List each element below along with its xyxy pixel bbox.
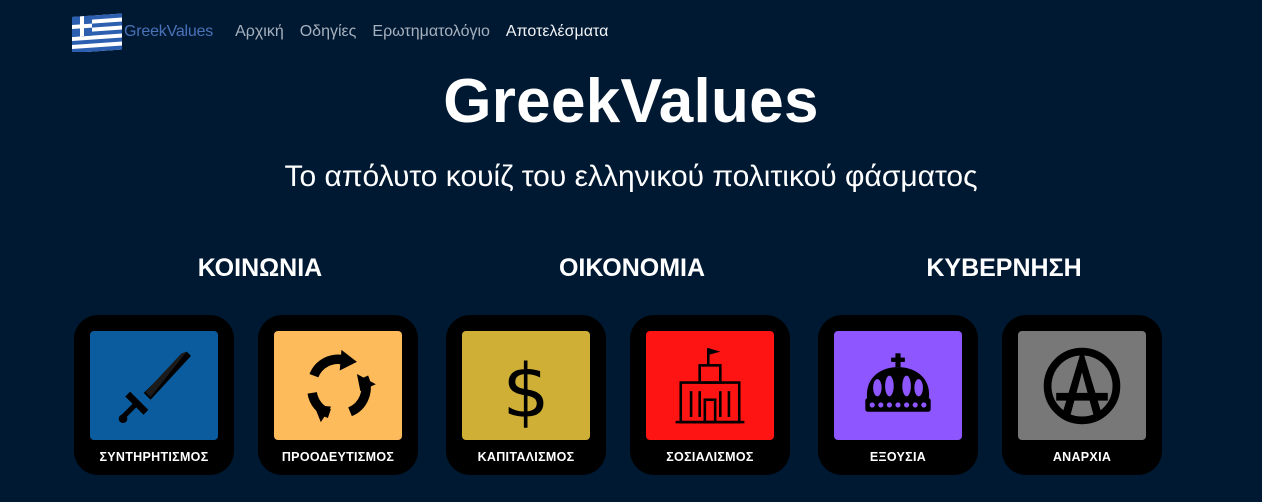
card-label: ΑΝΑΡΧΙΑ: [1052, 450, 1112, 464]
anarchy-icon: [1043, 347, 1121, 424]
nav-link-home[interactable]: Αρχική: [235, 23, 284, 41]
card-tile: [834, 331, 962, 440]
recycle-arrows-icon: [307, 349, 376, 422]
nav-link-quiz[interactable]: Ερωτηματολόγιο: [372, 23, 490, 41]
page-title: GreekValues: [443, 67, 819, 136]
card-anarchy[interactable]: ΑΝΑΡΧΙΑ: [1002, 315, 1162, 475]
building-flag-icon: [675, 347, 745, 423]
brand-link[interactable]: GreekValues: [72, 12, 213, 52]
card-tile: [274, 331, 402, 440]
card-label: ΕΞΟΥΣΙΑ: [869, 450, 927, 464]
navbar: GreekValues Αρχική Οδηγίες Ερωτηματολόγι…: [72, 10, 624, 54]
card-authority[interactable]: ΕΞΟΥΣΙΑ: [818, 315, 978, 475]
category-heading-economy: ΟΙΚΟΝΟΜΙΑ: [558, 254, 706, 282]
card-label: ΠΡΟΟΔΕΥΤΙΣΜΟΣ: [281, 450, 395, 464]
page-subtitle: Το απόλυτο κουίζ του ελληνικού πολιτικού…: [284, 160, 978, 193]
card-tile: [646, 331, 774, 440]
nav-link-instructions[interactable]: Οδηγίες: [300, 23, 357, 41]
card-socialism[interactable]: ΣΟΣΙΑΛΙΣΜΟΣ: [630, 315, 790, 475]
svg-text:$: $: [502, 348, 549, 428]
brand-text: GreekValues: [124, 23, 214, 40]
card-tile: $: [462, 331, 590, 440]
card-capitalism[interactable]: $ ΚΑΠΙΤΑΛΙΣΜΟΣ: [446, 315, 606, 475]
card-tile: [1018, 331, 1146, 440]
crown-icon: [865, 352, 931, 412]
card-tile: [90, 331, 218, 440]
category-heading-government: ΚΥΒΕΡΝΗΣΗ: [926, 254, 1082, 282]
card-conservatism[interactable]: ΣΥΝΤΗΡΗΤΙΣΜΟΣ: [74, 315, 234, 475]
card-label: ΣΥΝΤΗΡΗΤΙΣΜΟΣ: [99, 450, 209, 464]
dollar-icon: $: [502, 348, 549, 428]
nav-link-results[interactable]: Αποτελέσματα: [506, 23, 608, 41]
nav-links: Αρχική Οδηγίες Ερωτηματολόγιο Αποτελέσμα…: [235, 23, 624, 41]
card-label: ΚΑΠΙΤΑΛΙΣΜΟΣ: [477, 450, 575, 464]
sword-icon: [118, 351, 191, 423]
card-progressivism[interactable]: ΠΡΟΟΔΕΥΤΙΣΜΟΣ: [258, 315, 418, 475]
greek-flag-icon: [72, 13, 122, 52]
card-label: ΣΟΣΙΑΛΙΣΜΟΣ: [666, 450, 754, 464]
category-heading-society: ΚΟΙΝΩΝΙΑ: [197, 254, 323, 282]
